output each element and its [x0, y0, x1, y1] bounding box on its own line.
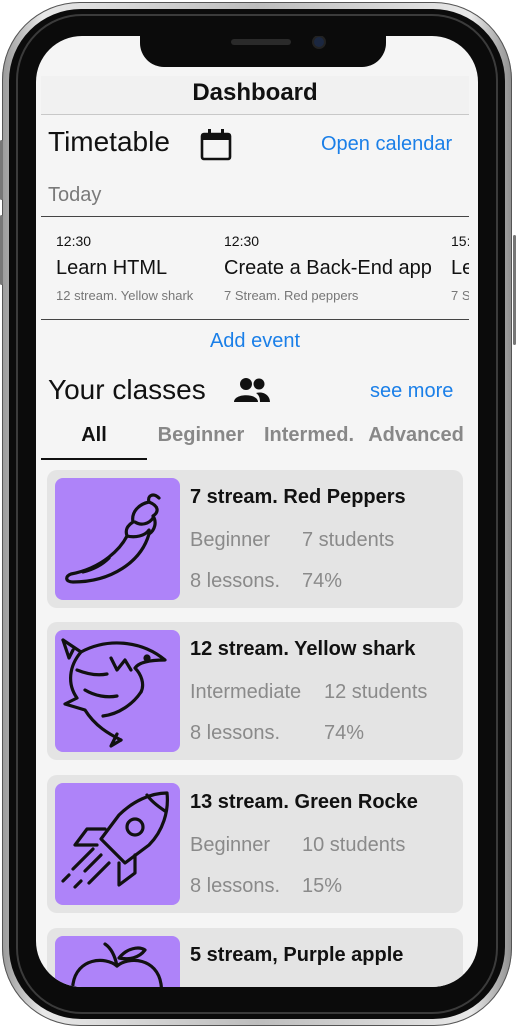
side-button-left-2 [0, 215, 3, 285]
see-more-link[interactable]: see more [370, 380, 453, 403]
today-label: Today [48, 184, 102, 206]
tab-intermediate[interactable]: Intermed. [260, 424, 358, 447]
class-card[interactable]: 13 stream. Green Rocket Beginner 10 stud… [47, 775, 463, 913]
apple-icon [71, 942, 163, 987]
rocket-icon [61, 791, 169, 889]
class-students: 7 students [302, 529, 395, 551]
event-subtitle: 7 S [451, 288, 469, 303]
speaker-grille [231, 39, 291, 45]
page-title: Dashboard [41, 76, 469, 115]
class-lessons: 8 lessons. [190, 722, 281, 744]
class-lessons: 8 lessons. [190, 570, 281, 592]
class-name: 7 stream. Red Peppers [190, 486, 406, 508]
class-thumbnail [55, 936, 180, 987]
event-title: Create a Back-End app [224, 257, 432, 279]
class-students: 10 students [302, 834, 406, 856]
event-card[interactable]: 15: Le 7 S [451, 222, 469, 303]
tab-all[interactable]: All [41, 424, 147, 447]
class-name: 13 stream. Green Rocket [190, 791, 418, 813]
tab-beginner[interactable]: Beginner [153, 424, 249, 447]
class-level: Beginner [190, 529, 271, 551]
class-progress: 15% [302, 875, 343, 897]
class-card[interactable]: 12 stream. Yellow shark Intermediate 12 … [47, 622, 463, 760]
event-title: Learn HTML [56, 257, 168, 279]
active-tab-indicator [41, 458, 147, 460]
event-card[interactable]: 12:30 Create a Back-End app 7 Stream. Re… [224, 222, 454, 303]
classes-title: Your classes [48, 374, 206, 405]
class-students: 12 students [324, 681, 428, 703]
divider [41, 216, 469, 217]
class-name: 12 stream. Yellow shark [190, 638, 416, 660]
class-card[interactable]: 7 stream. Red Peppers Beginner 7 student… [47, 470, 463, 608]
calendar-icon[interactable] [199, 128, 233, 162]
event-subtitle: 12 stream. Yellow shark [56, 288, 194, 303]
class-level: Beginner [190, 834, 271, 856]
phone-notch [140, 36, 386, 67]
open-calendar-link[interactable]: Open calendar [321, 133, 452, 156]
events-strip[interactable]: 12:30 Learn HTML 12 stream. Yellow shark… [41, 222, 469, 312]
shark-icon [61, 638, 167, 748]
add-event-button[interactable]: Add event [41, 330, 469, 353]
event-time: 12:30 [56, 233, 92, 249]
timetable-title: Timetable [48, 126, 170, 157]
class-filter-tabs: All Beginner Intermed. Advanced [41, 424, 469, 460]
class-thumbnail [55, 783, 180, 905]
group-icon [233, 376, 271, 406]
class-level: Intermediate [190, 681, 302, 703]
front-camera [314, 37, 324, 47]
class-name: 5 stream, Purple apple [190, 944, 404, 966]
screen: Dashboard Timetable Open calendar Today … [36, 36, 478, 987]
class-progress: 74% [302, 570, 343, 592]
class-thumbnail [55, 478, 180, 600]
class-thumbnail [55, 630, 180, 752]
app-content: Dashboard Timetable Open calendar Today … [41, 36, 469, 987]
event-subtitle: 7 Stream. Red peppers [224, 288, 359, 303]
event-title: Le [451, 257, 469, 279]
tab-advanced[interactable]: Advanced [366, 424, 466, 447]
side-button-left [0, 140, 3, 200]
event-time: 12:30 [224, 233, 260, 249]
pepper-icon [65, 493, 161, 584]
class-card[interactable]: 5 stream, Purple apple [47, 928, 463, 987]
divider [41, 319, 469, 320]
event-time: 15: [451, 233, 469, 249]
class-lessons: 8 lessons. [190, 875, 281, 897]
event-card[interactable]: 12:30 Learn HTML 12 stream. Yellow shark [56, 222, 226, 303]
class-progress: 74% [324, 722, 365, 744]
